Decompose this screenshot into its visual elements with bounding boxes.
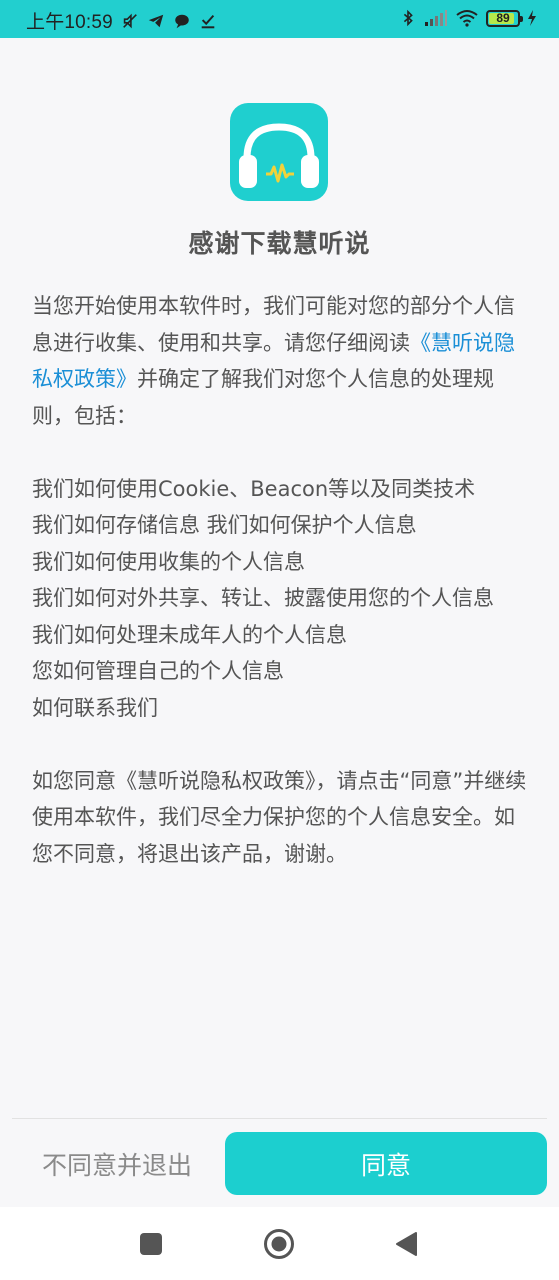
status-time: 上午10:59 [26,12,113,33]
telegram-icon [148,14,164,27]
home-button[interactable] [249,1207,309,1280]
closing-paragraph: 如您同意《慧听说隐私权政策》，请点击“同意”并继续使用本软件，我们尽全力保护您的… [32,768,527,866]
status-bar-left: 上午10:59 [26,7,217,34]
signal-icon [425,10,447,26]
dialog-title: 感谢下载慧听说 [188,229,371,258]
intro-paragraph: 当您开始使用本软件时，我们可能对您的部分个人信息进行收集、使用和共享。请您仔细阅… [32,288,532,434]
battery-level: 89 [496,10,510,25]
battery-tip [520,15,523,22]
status-bar: 上午10:59 89 [0,0,559,38]
charging-icon [528,10,536,26]
privacy-body: 当您开始使用本软件时，我们可能对您的部分个人信息进行收集、使用和共享。请您仔细阅… [32,288,532,872]
list-item: 我们如何存储信息 我们如何保护个人信息 [32,513,417,537]
disagree-exit-button[interactable]: 不同意并退出 [22,1133,212,1195]
chat-bubble-icon [175,14,189,28]
headphones-icon [239,123,319,188]
wifi-icon [456,10,478,27]
battery-icon: 89 [486,9,523,27]
app-logo [230,103,328,201]
bluetooth-icon [403,9,413,27]
status-bar-right: 89 [399,9,537,27]
list-item: 如何联系我们 [32,695,158,720]
divider [12,1118,547,1119]
recents-square-icon [140,1232,162,1255]
back-triangle-icon [396,1231,417,1256]
agree-button[interactable]: 同意 [225,1132,547,1195]
list-item: 我们如何使用收集的个人信息 [32,549,305,574]
list-item: 我们如何使用Cookie、Beacon等以及同类技术 [32,476,476,501]
list-item: 我们如何处理未成年人的个人信息 [32,622,347,647]
list-item: 我们如何对外共享、转让、披露使用您的个人信息 [32,586,494,610]
download-done-icon [201,14,215,28]
home-circle-icon [264,1228,294,1259]
recents-button[interactable] [121,1207,181,1280]
mute-icon [123,13,137,28]
back-button[interactable] [376,1207,436,1280]
list-item: 您如何管理自己的个人信息 [32,659,284,683]
navigation-bar [0,1207,559,1280]
